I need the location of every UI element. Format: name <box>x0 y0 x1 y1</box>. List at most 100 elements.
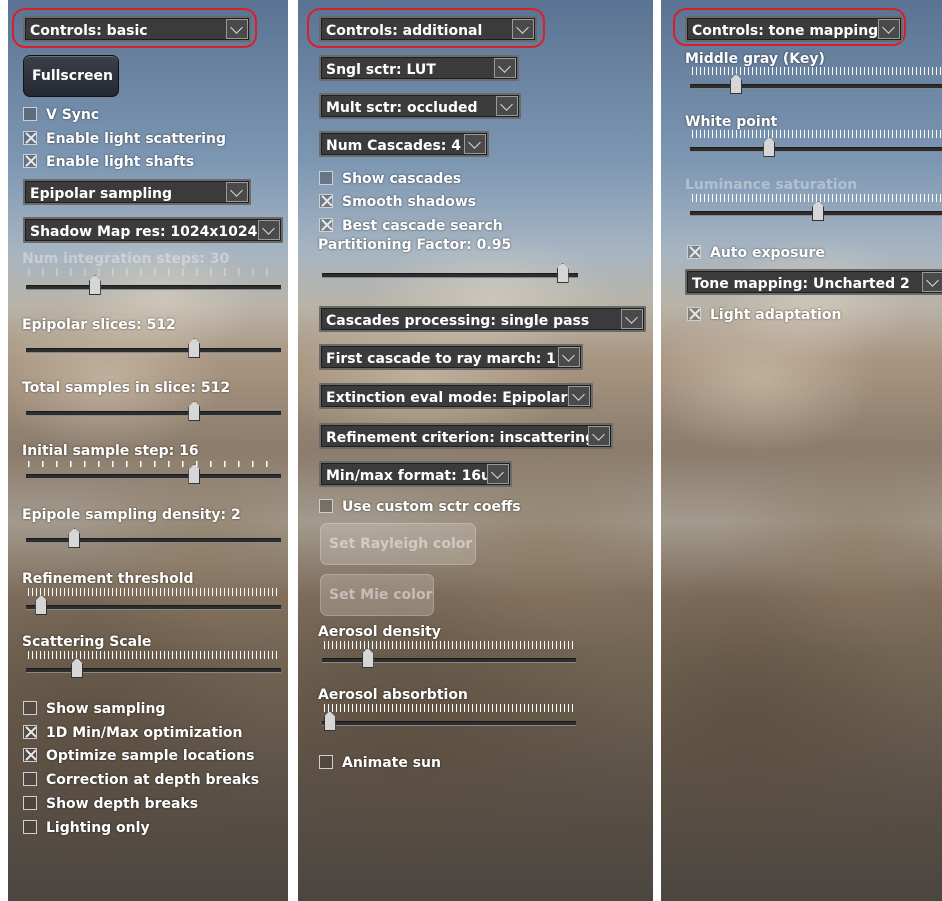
checkbox-icon <box>23 796 37 810</box>
slider-thumb[interactable] <box>188 338 201 358</box>
scattering-scale-label: Scattering Scale <box>22 634 152 650</box>
chevron-down-icon <box>568 386 590 406</box>
chevron-down-icon <box>258 220 280 240</box>
show-sampling-checkbox[interactable]: Show sampling <box>22 700 165 718</box>
slider-thumb[interactable] <box>812 201 824 221</box>
light-adaptation-checkbox[interactable]: Light adaptation <box>686 306 841 324</box>
chevron-down-icon <box>512 19 534 39</box>
refinement-threshold-slider[interactable] <box>26 588 281 618</box>
checkbox-icon <box>23 820 37 834</box>
slider-thumb[interactable] <box>556 263 569 283</box>
aerosol-absorbtion-label: Aerosol absorbtion <box>318 687 468 703</box>
set-rayleigh-color-button[interactable]: Set Rayleigh color <box>320 523 476 565</box>
aerosol-absorbtion-slider[interactable] <box>322 704 576 734</box>
total-samples-slider[interactable] <box>26 394 281 424</box>
refinement-threshold-label: Refinement threshold <box>22 571 194 587</box>
slider-thumb[interactable] <box>68 528 81 548</box>
epipole-sampling-density-slider[interactable] <box>26 521 281 551</box>
fullscreen-button[interactable]: Fullscreen <box>23 55 119 97</box>
enable-light-shafts-checkbox[interactable]: Enable light shafts <box>22 153 194 171</box>
smooth-shadows-checkbox[interactable]: Smooth shadows <box>318 193 476 211</box>
chevron-down-icon <box>226 182 248 202</box>
controls-dropdown[interactable]: Controls: tone mapping <box>685 16 903 42</box>
epipolar-slices-slider[interactable] <box>26 331 281 361</box>
slider-thumb[interactable] <box>323 711 336 731</box>
checkbox-icon <box>23 701 37 715</box>
slider-thumb[interactable] <box>763 137 776 157</box>
vsync-checkbox[interactable]: V Sync <box>22 106 99 124</box>
chevron-down-icon <box>558 347 580 367</box>
checkbox-checked-icon <box>23 748 37 762</box>
luminance-saturation-slider[interactable] <box>690 194 942 224</box>
controls-dropdown[interactable]: Controls: basic <box>23 16 251 42</box>
slider-thumb[interactable] <box>35 595 48 615</box>
show-cascades-checkbox[interactable]: Show cascades <box>318 170 461 188</box>
correction-depth-breaks-checkbox[interactable]: Correction at depth breaks <box>22 771 259 789</box>
sngl-sctr-dropdown[interactable]: Sngl sctr: LUT <box>319 55 519 81</box>
sampling-dropdown[interactable]: Epipolar sampling <box>23 179 251 205</box>
shadow-map-res-dropdown[interactable]: Shadow Map res: 1024x1024 <box>23 217 283 243</box>
chevron-down-icon <box>487 464 509 484</box>
aerosol-density-label: Aerosol density <box>318 624 441 640</box>
best-cascade-search-checkbox[interactable]: Best cascade search <box>318 217 503 235</box>
slider-thumb[interactable] <box>361 648 374 668</box>
slider-thumb[interactable] <box>71 658 83 678</box>
checkbox-checked-icon <box>687 245 701 259</box>
checkbox-icon <box>23 107 37 121</box>
panel-additional: Controls: additional Sngl sctr: LUT Mult… <box>298 0 653 901</box>
cascades-processing-dropdown[interactable]: Cascades processing: single pass <box>319 306 646 332</box>
slider-thumb[interactable] <box>188 401 201 421</box>
panel-basic: Controls: basic Fullscreen V Sync Enable… <box>8 0 288 901</box>
checkbox-checked-icon <box>319 218 333 232</box>
chevron-down-icon <box>226 19 248 39</box>
chevron-down-icon <box>464 134 486 154</box>
num-integration-steps-slider[interactable] <box>26 268 281 298</box>
slider-thumb[interactable] <box>88 275 101 295</box>
slider-thumb[interactable] <box>730 74 743 94</box>
optimize-sample-locations-checkbox[interactable]: Optimize sample locations <box>22 747 254 765</box>
chevron-down-icon <box>878 19 900 39</box>
minmax-format-dropdown[interactable]: Min/max format: 16u <box>319 461 512 487</box>
white-point-label: White point <box>685 114 778 130</box>
aerosol-density-slider[interactable] <box>322 641 576 671</box>
first-cascade-dropdown[interactable]: First cascade to ray march: 1 <box>319 344 583 370</box>
tone-mapping-dropdown[interactable]: Tone mapping: Uncharted 2 <box>685 269 942 295</box>
checkbox-icon <box>319 171 333 185</box>
partitioning-factor-slider[interactable] <box>322 256 578 286</box>
panel-tone-mapping: Controls: tone mapping Middle gray (Key)… <box>661 0 942 901</box>
checkbox-checked-icon <box>23 154 37 168</box>
show-depth-breaks-checkbox[interactable]: Show depth breaks <box>22 795 198 813</box>
min-max-optimization-checkbox[interactable]: 1D Min/Max optimization <box>22 724 243 742</box>
num-cascades-dropdown[interactable]: Num Cascades: 4 <box>319 131 489 157</box>
white-point-slider[interactable] <box>690 130 942 160</box>
checkbox-icon <box>319 499 333 513</box>
use-custom-sctr-coeffs-checkbox[interactable]: Use custom sctr coeffs <box>318 498 521 516</box>
set-mie-color-button[interactable]: Set Mie color <box>320 574 434 616</box>
slider-thumb[interactable] <box>188 464 201 484</box>
chevron-down-icon <box>621 309 643 329</box>
middle-gray-label: Middle gray (Key) <box>685 51 825 67</box>
refinement-criterion-dropdown[interactable]: Refinement criterion: inscattering <box>319 423 613 449</box>
enable-light-scattering-checkbox[interactable]: Enable light scattering <box>22 130 226 148</box>
auto-exposure-checkbox[interactable]: Auto exposure <box>686 244 825 262</box>
checkbox-checked-icon <box>319 194 333 208</box>
partitioning-factor-label: Partitioning Factor: 0.95 <box>318 237 512 253</box>
checkbox-icon <box>23 772 37 786</box>
checkbox-checked-icon <box>23 725 37 739</box>
dropdown-label: Controls: basic <box>30 23 148 39</box>
animate-sun-checkbox[interactable]: Animate sun <box>318 754 441 772</box>
controls-dropdown[interactable]: Controls: additional <box>319 16 537 42</box>
scattering-scale-slider[interactable] <box>26 651 281 681</box>
chevron-down-icon <box>496 96 518 116</box>
mult-sctr-dropdown[interactable]: Mult sctr: occluded <box>319 93 521 119</box>
extinction-eval-mode-dropdown[interactable]: Extinction eval mode: Epipolar <box>319 383 593 409</box>
lighting-only-checkbox[interactable]: Lighting only <box>22 819 150 837</box>
checkbox-icon <box>319 755 333 769</box>
checkbox-checked-icon <box>687 307 701 321</box>
luminance-saturation-label: Luminance saturation <box>685 177 858 193</box>
chevron-down-icon <box>494 58 516 78</box>
checkbox-checked-icon <box>23 131 37 145</box>
initial-sample-step-slider[interactable] <box>26 457 281 487</box>
chevron-down-icon <box>588 426 610 446</box>
middle-gray-slider[interactable] <box>690 67 942 97</box>
